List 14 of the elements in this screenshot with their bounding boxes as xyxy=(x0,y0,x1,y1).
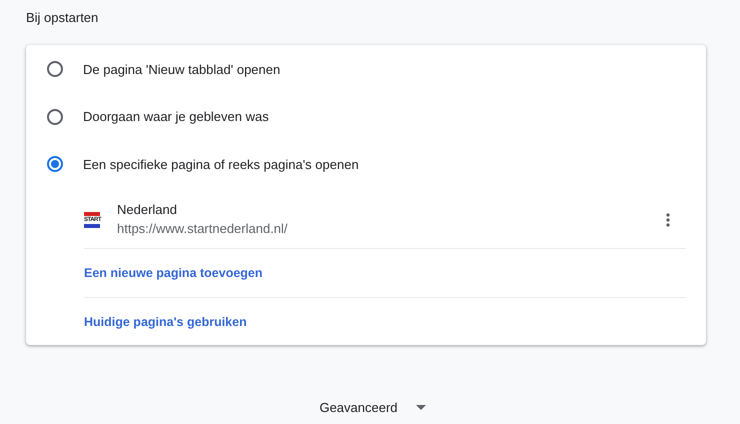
radio-button[interactable] xyxy=(47,61,63,77)
option-label: Doorgaan waar je gebleven was xyxy=(83,109,269,124)
option-label: Een specifieke pagina of reeks pagina's openen xyxy=(83,156,359,172)
radio-button[interactable] xyxy=(47,156,63,172)
option-label: De pagina 'Nieuw tabblad' openen xyxy=(83,62,280,76)
link[interactable]: Huidige pagina's gebruiken xyxy=(84,315,247,329)
advanced-toggle[interactable]: Geavanceerd xyxy=(319,400,398,415)
more-options-icon[interactable] xyxy=(666,213,670,227)
radio-button[interactable] xyxy=(47,108,63,125)
link[interactable]: Een nieuwe pagina toevoegen xyxy=(84,266,263,280)
page-title: Nederland xyxy=(117,201,178,219)
section-title: Bij opstarten xyxy=(25,9,100,27)
dropdown-arrow-icon[interactable] xyxy=(416,405,426,410)
page-url: https://www.startnederland.nl/ xyxy=(117,220,289,238)
